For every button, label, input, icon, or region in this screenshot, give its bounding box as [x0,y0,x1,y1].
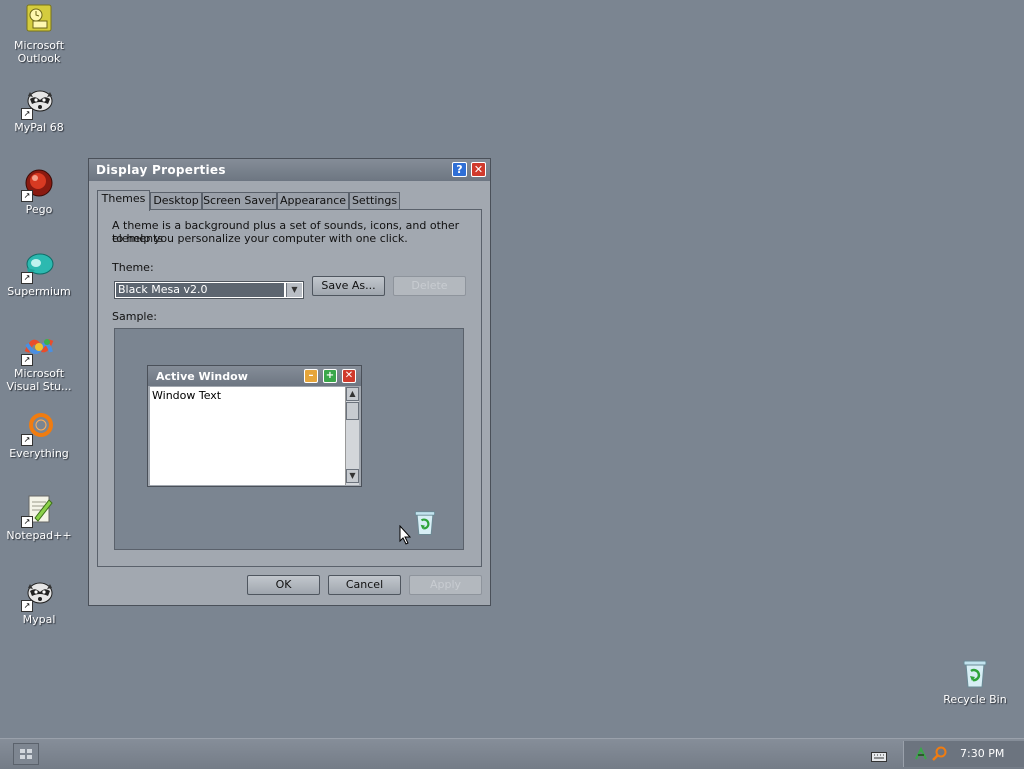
window-title: Display Properties [96,163,226,177]
supermium-icon: ↗ [21,250,55,284]
keyboard-icon[interactable] [871,748,887,762]
tab-settings[interactable]: Settings [349,192,400,210]
system-tray: 7:30 PM [903,741,1024,767]
desktop-icon-outlook[interactable]: Microsoft Outlook [1,4,77,65]
scroll-up-icon: ▲ [346,387,359,401]
sample-recycle-bin-icon [411,507,439,539]
scroll-thumb [346,402,359,420]
network-icon[interactable] [913,746,929,762]
theme-label: Theme: [112,261,154,274]
sample-label: Sample: [112,310,157,323]
shortcut-arrow-icon: ↗ [21,600,33,612]
desktop-icon-supermium[interactable]: ↗ Supermium [1,250,77,298]
theme-selected-value: Black Mesa v2.0 [116,283,284,297]
visual-studio-icon: ↗ [21,332,55,366]
description-line: to help you personalize your computer wi… [112,232,408,245]
close-icon: ✕ [342,369,356,383]
desktop-icon-label: Microsoft [13,39,65,52]
desktop-icon-label: Visual Stu... [6,380,72,393]
sample-active-window: Active Window – + ✕ Window Text ▲ ▼ [147,365,362,487]
mouse-cursor-icon [399,524,412,545]
shortcut-arrow-icon: ↗ [21,108,33,120]
maximize-icon: + [323,369,337,383]
tab-themes[interactable]: Themes [97,190,150,211]
desktop-icon-visual-studio[interactable]: ↗ Microsoft Visual Stu... [1,332,77,393]
title-bar[interactable]: Display Properties ? ✕ [89,159,490,181]
shortcut-arrow-icon: ↗ [21,354,33,366]
minimize-icon: – [304,369,318,383]
desktop-icon-mypal[interactable]: ↗ Mypal [1,578,77,626]
tab-appearance[interactable]: Appearance [277,192,349,210]
theme-sample-preview: Active Window – + ✕ Window Text ▲ ▼ [114,328,464,550]
taskbar: 7:30 PM [0,738,1024,769]
pego-icon: ↗ [21,168,55,202]
desktop-icon-label: Everything [9,447,69,460]
sample-window-title: Active Window [156,370,248,383]
start-button[interactable] [13,743,39,765]
display-properties-window: Display Properties ? ✕ Themes Desktop Sc… [88,158,491,606]
raccoon-icon: ↗ [21,86,55,120]
desktop-icon-label: Notepad++ [6,529,72,542]
desktop-icon-recycle-bin[interactable]: Recycle Bin [937,658,1013,706]
chevron-down-icon[interactable]: ▼ [286,283,302,297]
save-as-button[interactable]: Save As... [312,276,385,296]
sample-window-text: Window Text [152,389,222,402]
apply-button[interactable]: Apply [409,575,482,595]
themes-panel: A theme is a background plus a set of so… [97,209,482,567]
sample-window-body: Window Text [150,387,345,485]
shortcut-arrow-icon: ↗ [21,434,33,446]
shortcut-arrow-icon: ↗ [21,190,33,202]
close-button[interactable]: ✕ [471,162,486,177]
desktop-icon-notepadpp[interactable]: ↗ Notepad++ [1,494,77,542]
desktop-icon-pego[interactable]: ↗ Pego [1,168,77,216]
ok-button[interactable]: OK [247,575,320,595]
desktop-icon-everything[interactable]: ↗ Everything [1,412,77,460]
desktop-icon-label: Mypal [22,613,56,626]
theme-select[interactable]: Black Mesa v2.0 ▼ [114,281,304,299]
outlook-icon [23,4,55,36]
desktop-icon-mypal68[interactable]: ↗ MyPal 68 [1,86,77,134]
sample-scrollbar: ▲ ▼ [345,387,359,485]
tab-desktop[interactable]: Desktop [150,192,202,210]
delete-button[interactable]: Delete [393,276,466,296]
tab-screen-saver[interactable]: Screen Saver [202,192,277,210]
everything-search-icon: ↗ [21,412,55,446]
notepadpp-icon: ↗ [21,494,55,528]
desktop-icon-label: Outlook [17,52,61,65]
shortcut-arrow-icon: ↗ [21,516,33,528]
search-icon[interactable] [932,746,948,762]
cancel-button[interactable]: Cancel [328,575,401,595]
desktop-icon-label: Microsoft [13,367,65,380]
recycle-bin-icon [959,658,991,690]
help-button[interactable]: ? [452,162,467,177]
desktop-icon-label: Recycle Bin [943,693,1007,706]
sample-title-bar: Active Window – + ✕ [148,366,361,386]
shortcut-arrow-icon: ↗ [21,272,33,284]
desktop-icon-label: Supermium [7,285,71,298]
raccoon-icon: ↗ [21,578,55,612]
scroll-down-icon: ▼ [346,469,359,483]
clock[interactable]: 7:30 PM [960,747,1004,760]
start-grid-icon [20,749,32,759]
desktop-icon-label: Pego [25,203,53,216]
desktop-icon-label: MyPal 68 [14,121,64,134]
